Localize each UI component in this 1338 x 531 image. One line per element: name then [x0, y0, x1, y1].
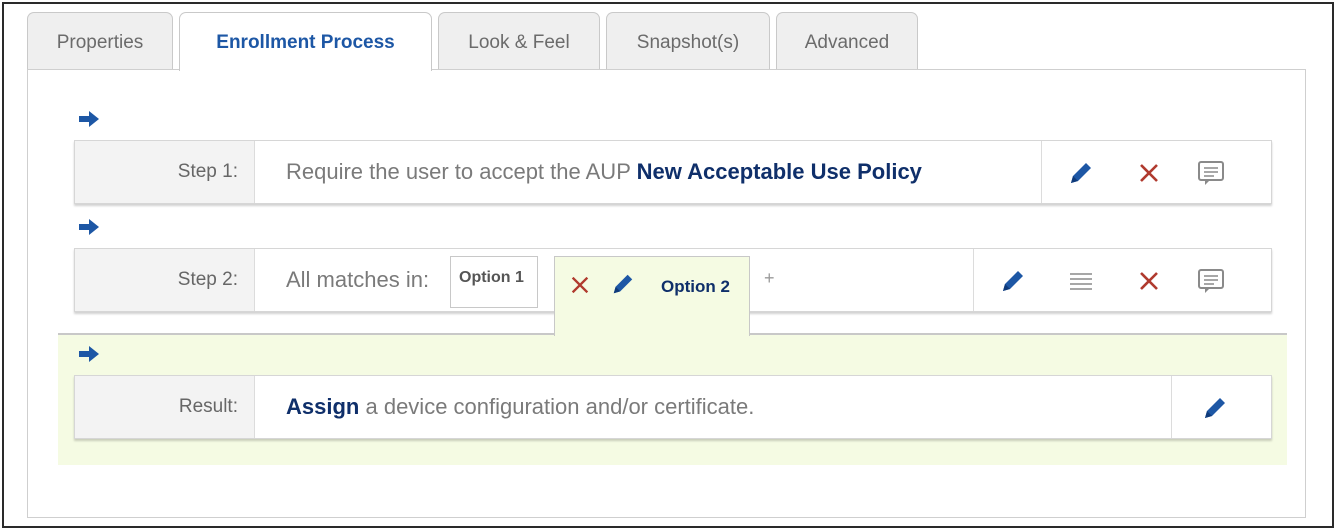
step-1-label: Step 1: — [75, 141, 255, 203]
tab-advanced[interactable]: Advanced — [776, 12, 918, 70]
step-2-actions — [973, 249, 1271, 311]
comment-icon[interactable] — [1194, 156, 1228, 190]
tab-label: Enrollment Process — [216, 32, 395, 53]
comment-icon[interactable] — [1194, 264, 1228, 298]
result-label: Result: — [75, 376, 255, 438]
tab-look-and-feel[interactable]: Look & Feel — [438, 12, 600, 70]
pencil-icon[interactable] — [1198, 391, 1232, 425]
aup-policy-link[interactable]: New Acceptable Use Policy — [637, 159, 922, 184]
tab-label: Advanced — [804, 32, 890, 53]
step-2-description: All matches in: — [286, 249, 429, 311]
tab-label: Snapshot(s) — [636, 32, 740, 53]
tab-snapshots[interactable]: Snapshot(s) — [606, 12, 770, 70]
option-2-tab[interactable]: Option 2 — [554, 256, 750, 336]
close-icon[interactable] — [569, 274, 593, 298]
tab-label: Properties — [56, 32, 144, 53]
tab-properties[interactable]: Properties — [27, 12, 173, 70]
step-1-row: Step 1: Require the user to accept the A… — [74, 140, 1272, 204]
tab-enrollment-process[interactable]: Enrollment Process — [179, 12, 432, 71]
step-2-label: Step 2: — [75, 249, 255, 311]
close-icon[interactable] — [1132, 264, 1166, 298]
reorder-icon[interactable] — [1064, 264, 1098, 298]
step-1-description: Require the user to accept the AUP New A… — [286, 141, 922, 203]
option-1-label: Option 1 — [459, 269, 524, 286]
assign-link[interactable]: Assign — [286, 394, 359, 419]
option-1-tab[interactable]: Option 1 — [450, 256, 538, 308]
arrow-right-icon[interactable] — [78, 110, 100, 128]
step-1-text: Require the user to accept the AUP — [286, 159, 631, 184]
pencil-icon[interactable] — [996, 264, 1030, 298]
tab-label: Look & Feel — [468, 32, 570, 53]
result-row: Result: Assign a device configuration an… — [74, 375, 1272, 439]
result-actions — [1171, 376, 1271, 438]
result-text: a device configuration and/or certificat… — [365, 394, 755, 419]
add-option-button[interactable]: + — [764, 268, 775, 289]
result-description: Assign a device configuration and/or cer… — [286, 376, 754, 438]
step-1-actions — [1041, 141, 1271, 203]
pencil-icon[interactable] — [1064, 156, 1098, 190]
close-icon[interactable] — [1132, 156, 1166, 190]
arrow-right-icon[interactable] — [78, 218, 100, 236]
step-2-text: All matches in: — [286, 267, 430, 292]
pencil-icon[interactable] — [611, 272, 637, 298]
option-2-label: Option 2 — [661, 277, 730, 296]
arrow-right-icon[interactable] — [78, 345, 100, 363]
